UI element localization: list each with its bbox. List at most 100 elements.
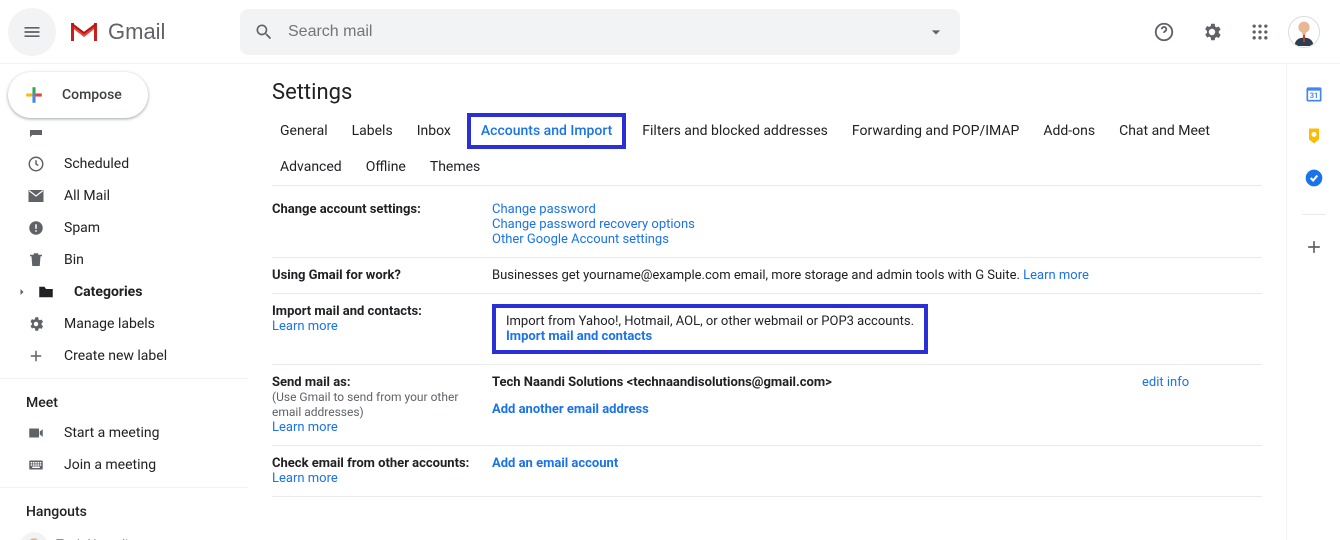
help-icon (1153, 21, 1175, 43)
tab-forwarding[interactable]: Forwarding and POP/IMAP (844, 113, 1027, 149)
nav-label: Bin (64, 252, 84, 268)
spam-icon (27, 219, 45, 237)
import-learn-more[interactable]: Learn more (272, 319, 338, 334)
account-avatar[interactable] (1288, 16, 1320, 48)
plus-icon (20, 81, 48, 109)
sidebar-item-spam[interactable]: Spam (0, 212, 248, 244)
search-options-icon[interactable] (926, 22, 946, 42)
tab-advanced[interactable]: Advanced (272, 149, 350, 185)
tab-addons[interactable]: Add-ons (1035, 113, 1103, 149)
gear-icon (27, 315, 45, 333)
sidebar-item-bin[interactable]: Bin (0, 244, 248, 276)
plus-icon (27, 347, 45, 365)
nav-label: Manage labels (64, 316, 155, 332)
other-account-settings-link[interactable]: Other Google Account settings (492, 232, 669, 247)
apps-button[interactable] (1240, 12, 1280, 52)
gmail-work-learn-more[interactable]: Learn more (1023, 268, 1089, 283)
gmail-work-label: Using Gmail for work? (272, 258, 492, 294)
video-icon (27, 424, 45, 442)
row-send-as: Send mail as:(Use Gmail to send from you… (272, 365, 1262, 446)
tab-general[interactable]: General (272, 113, 336, 149)
settings-table: Change account settings: Change password… (272, 192, 1262, 497)
nav-list: Chats Scheduled All Mail Spam Bin Catego… (0, 130, 256, 540)
apps-grid-icon (1250, 22, 1270, 42)
tab-offline[interactable]: Offline (358, 149, 414, 185)
tab-inbox[interactable]: Inbox (409, 113, 459, 149)
sidebar-item-join-meeting[interactable]: Join a meeting (0, 449, 248, 481)
gmail-logo[interactable]: Gmail (60, 19, 240, 45)
import-action-link[interactable]: Import mail and contacts (506, 329, 652, 344)
send-as-sub: (Use Gmail to send from your other email… (272, 390, 458, 419)
row-check-email: Check email from other accounts:Learn mo… (272, 446, 1262, 497)
tab-chat-meet[interactable]: Chat and Meet (1111, 113, 1218, 149)
avatar-icon (1289, 16, 1319, 47)
sidebar-item-scheduled[interactable]: Scheduled (0, 148, 248, 180)
keyboard-icon (27, 456, 45, 474)
row-change-account: Change account settings: Change password… (272, 192, 1262, 258)
header-actions (1144, 12, 1332, 52)
gear-icon (1201, 21, 1223, 43)
check-email-label: Check email from other accounts: (272, 456, 469, 471)
settings-tabs: General Labels Inbox Accounts and Import… (272, 113, 1262, 186)
send-as-label: Send mail as: (272, 375, 351, 390)
send-as-learn-more[interactable]: Learn more (272, 420, 338, 435)
change-account-label: Change account settings: (272, 192, 492, 258)
sidebar-item-allmail[interactable]: All Mail (0, 180, 248, 212)
meet-section-label: Meet (0, 385, 248, 417)
sidebar-item-manage-labels[interactable]: Manage labels (0, 308, 248, 340)
folder-icon (37, 283, 55, 301)
check-email-learn-more[interactable]: Learn more (272, 471, 338, 486)
main-menu-button[interactable] (8, 8, 56, 56)
tab-filters[interactable]: Filters and blocked addresses (634, 113, 836, 149)
settings-button[interactable] (1192, 12, 1232, 52)
nav-label: Start a meeting (64, 425, 159, 441)
caret-right-icon (16, 286, 28, 298)
add-email-link[interactable]: Add another email address (492, 402, 649, 417)
add-email-account-link[interactable]: Add an email account (492, 456, 618, 471)
tab-labels[interactable]: Labels (344, 113, 401, 149)
tab-accounts-import[interactable]: Accounts and Import (467, 113, 626, 149)
row-import: Import mail and contacts:Learn more Impo… (272, 294, 1262, 365)
import-highlight-box: Import from Yahoo!, Hotmail, AOL, or oth… (492, 304, 928, 354)
search-icon (254, 22, 274, 42)
hangouts-user-row[interactable]: Tech Naandi (0, 526, 248, 540)
nav-label: Join a meeting (64, 457, 156, 473)
support-button[interactable] (1144, 12, 1184, 52)
side-panel: 31 (1286, 64, 1340, 540)
svg-text:31: 31 (1309, 91, 1318, 100)
calendar-icon[interactable]: 31 (1304, 84, 1324, 104)
chat-icon (27, 130, 45, 141)
gmail-work-text: Businesses get yourname@example.com emai… (492, 268, 1023, 283)
gmail-icon (68, 20, 100, 44)
tab-themes[interactable]: Themes (422, 149, 488, 185)
main-content: Settings General Labels Inbox Accounts a… (256, 64, 1286, 540)
compose-button[interactable]: Compose (8, 72, 148, 118)
settings-title: Settings (272, 80, 1262, 105)
search-input[interactable] (288, 23, 926, 41)
import-label: Import mail and contacts: (272, 304, 422, 319)
tasks-icon[interactable] (1304, 168, 1324, 188)
change-password-link[interactable]: Change password (492, 202, 596, 217)
nav-label: Scheduled (64, 156, 129, 172)
sidebar: Compose Chats Scheduled All Mail Spam Bi… (0, 64, 256, 540)
keep-icon[interactable] (1304, 126, 1324, 146)
nav-label: Spam (64, 220, 100, 236)
add-panel-icon[interactable] (1304, 237, 1324, 257)
edit-info-link[interactable]: edit info (1142, 375, 1189, 390)
gmail-logo-text: Gmail (108, 19, 165, 45)
sidebar-item-categories[interactable]: Categories (0, 276, 248, 308)
import-text: Import from Yahoo!, Hotmail, AOL, or oth… (506, 314, 914, 329)
nav-label: All Mail (64, 188, 110, 204)
search-bar[interactable] (240, 9, 960, 55)
header: Gmail (0, 0, 1340, 64)
sidebar-item-chats[interactable]: Chats (0, 130, 248, 148)
nav-label: Create new label (64, 348, 167, 364)
sidebar-item-create-label[interactable]: Create new label (0, 340, 248, 372)
trash-icon (27, 251, 45, 269)
sidebar-item-start-meeting[interactable]: Start a meeting (0, 417, 248, 449)
row-gmail-work: Using Gmail for work? Businesses get you… (272, 258, 1262, 294)
hangouts-avatar (20, 532, 48, 540)
compose-label: Compose (62, 87, 122, 103)
change-recovery-link[interactable]: Change password recovery options (492, 217, 695, 232)
send-as-value: Tech Naandi Solutions <technaandisolutio… (492, 375, 1134, 390)
